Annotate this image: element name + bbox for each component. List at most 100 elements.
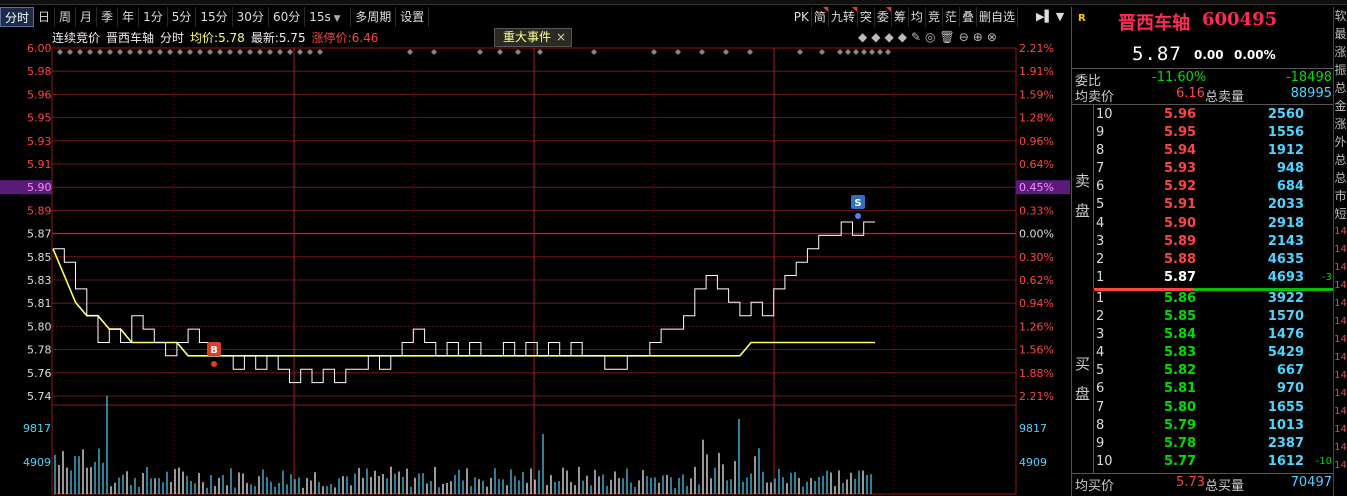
quote-panel: R 晋西车轴 600495 5.87 0.00 0.00% 委比 -11.60%… xyxy=(1071,7,1334,496)
rights-tag: R xyxy=(1078,13,1086,24)
event-diamond xyxy=(497,49,503,55)
edge-label: 总 xyxy=(1334,153,1347,167)
book-row[interactable]: 4 5.90 2918 xyxy=(1094,216,1334,234)
book-level: 5 xyxy=(1096,197,1105,213)
pct-tick-label: 0.62% xyxy=(1019,274,1054,287)
board-char-2: 盘 xyxy=(1075,385,1091,403)
book-row[interactable]: 1 5.86 3922 xyxy=(1094,291,1334,309)
wb-pct: -11.60% xyxy=(1152,70,1207,85)
event-diamond xyxy=(885,49,891,55)
book-delta: -10 xyxy=(1315,455,1332,467)
book-row[interactable]: 7 5.93 948 xyxy=(1094,161,1334,179)
book-level: 8 xyxy=(1096,143,1105,159)
book-row[interactable]: 1 5.87 4693 -3 xyxy=(1094,270,1334,288)
book-price: 5.83 xyxy=(1164,345,1197,361)
pct-tick-label: 2.21% xyxy=(1019,390,1054,403)
edge-time: 14 xyxy=(1334,352,1347,363)
sell-char: 卖 xyxy=(1075,172,1091,190)
event-diamond xyxy=(819,49,825,55)
book-level: 2 xyxy=(1096,251,1105,267)
book-level: 1 xyxy=(1096,269,1105,285)
event-diamond xyxy=(651,49,657,55)
sell-side-label: 卖 盘 xyxy=(1072,105,1094,289)
event-diamond xyxy=(217,49,223,55)
event-diamond xyxy=(277,49,283,55)
book-volume: 970 xyxy=(1276,381,1304,397)
event-diamond xyxy=(97,49,103,55)
event-diamond xyxy=(515,49,521,55)
book-row[interactable]: 6 5.92 684 xyxy=(1094,179,1334,197)
pct-tick-label: 1.88% xyxy=(1019,367,1054,380)
price-tick-label: 5.81 xyxy=(27,297,52,310)
event-diamond xyxy=(877,49,883,55)
volume-tick-label-right: 9817 xyxy=(1019,422,1047,435)
book-row[interactable]: 6 5.81 970 xyxy=(1094,381,1334,399)
book-volume: 4635 xyxy=(1267,251,1304,267)
book-row[interactable]: 10 5.96 2560 xyxy=(1094,107,1334,125)
book-row[interactable]: 7 5.80 1655 xyxy=(1094,400,1334,418)
event-diamond xyxy=(861,49,867,55)
event-diamond xyxy=(591,49,597,55)
book-row[interactable]: 9 5.95 1556 xyxy=(1094,125,1334,143)
edge-time: 14 xyxy=(1334,226,1347,237)
pct-tick-label: 1.59% xyxy=(1019,88,1054,101)
event-diamond xyxy=(797,49,803,55)
pct-tick-label: 0.45% xyxy=(1019,181,1054,194)
book-row[interactable]: 2 5.85 1570 xyxy=(1094,309,1334,327)
sell-book: 卖 盘 10 5.96 2560 9 5.95 1556 8 5.94 1912 7 5.93 948… xyxy=(1072,104,1334,289)
book-row[interactable]: 5 5.82 667 xyxy=(1094,363,1334,381)
intraday-chart[interactable]: 6.00 2.21% 5.98 1.91% 5.96 1.59% 5.95 1.28% 5.93… xyxy=(0,0,1070,496)
event-diamond xyxy=(307,49,313,55)
book-price: 5.82 xyxy=(1164,363,1197,379)
price-tick-label: 5.76 xyxy=(27,367,52,380)
event-diamond xyxy=(431,49,437,55)
book-price: 5.81 xyxy=(1164,381,1197,397)
book-row[interactable]: 9 5.78 2387 xyxy=(1094,436,1334,454)
event-diamond xyxy=(257,49,263,55)
avg-buy-label: 均买价 xyxy=(1075,479,1115,494)
event-diamond xyxy=(227,49,233,55)
pct-tick-label: 1.26% xyxy=(1019,320,1054,333)
book-row[interactable]: 10 5.77 1612 -10 xyxy=(1094,454,1334,472)
book-row[interactable]: 3 5.84 1476 xyxy=(1094,327,1334,345)
event-diamond xyxy=(853,49,859,55)
price-tick-label: 5.95 xyxy=(27,112,52,125)
edge-label: 涨 xyxy=(1334,117,1347,131)
edge-label: 软 xyxy=(1334,9,1347,23)
book-price: 5.94 xyxy=(1164,143,1197,159)
event-diamond xyxy=(107,49,113,55)
book-level: 6 xyxy=(1096,381,1105,397)
edge-time: 14 xyxy=(1334,298,1347,309)
price-tick-label: 5.96 xyxy=(27,88,52,101)
book-level: 4 xyxy=(1096,345,1105,361)
book-row[interactable]: 8 5.94 1912 xyxy=(1094,143,1334,161)
avg-buy-value: 5.73 xyxy=(1176,475,1205,490)
book-volume: 1476 xyxy=(1267,327,1304,343)
quote-price: 5.87 xyxy=(1132,43,1182,65)
book-level: 4 xyxy=(1096,215,1105,231)
commission-ratio-row: 委比 -11.60% -18498 xyxy=(1072,68,1334,89)
book-volume: 2560 xyxy=(1267,107,1304,122)
edge-time: 14 xyxy=(1334,442,1347,453)
book-row[interactable]: 8 5.79 1013 xyxy=(1094,418,1334,436)
event-diamond xyxy=(699,49,705,55)
price-tick-label: 5.93 xyxy=(27,135,52,148)
quote-price-row: 5.87 0.00 0.00% xyxy=(1072,43,1334,67)
pct-tick-label: 2.21% xyxy=(1019,42,1054,55)
book-row[interactable]: 3 5.89 2143 xyxy=(1094,234,1334,252)
price-tick-label: 5.89 xyxy=(27,204,52,217)
pct-tick-label: 1.56% xyxy=(1019,344,1054,357)
pct-tick-label: 0.00% xyxy=(1019,228,1054,241)
book-row[interactable]: 2 5.88 4635 xyxy=(1094,252,1334,270)
event-diamond xyxy=(237,49,243,55)
price-line xyxy=(53,221,875,384)
price-tick-label: 5.87 xyxy=(27,228,52,241)
buy-side-label: 买 盘 xyxy=(1072,291,1094,473)
pct-tick-label: 0.94% xyxy=(1019,297,1054,310)
event-diamond xyxy=(747,49,753,55)
price-tick-label: 5.78 xyxy=(27,344,52,357)
quote-stock-name: 晋西车轴 xyxy=(1118,13,1190,34)
price-tick-label: 5.80 xyxy=(27,320,52,333)
book-row[interactable]: 4 5.83 5429 xyxy=(1094,345,1334,363)
book-row[interactable]: 5 5.91 2033 xyxy=(1094,197,1334,215)
